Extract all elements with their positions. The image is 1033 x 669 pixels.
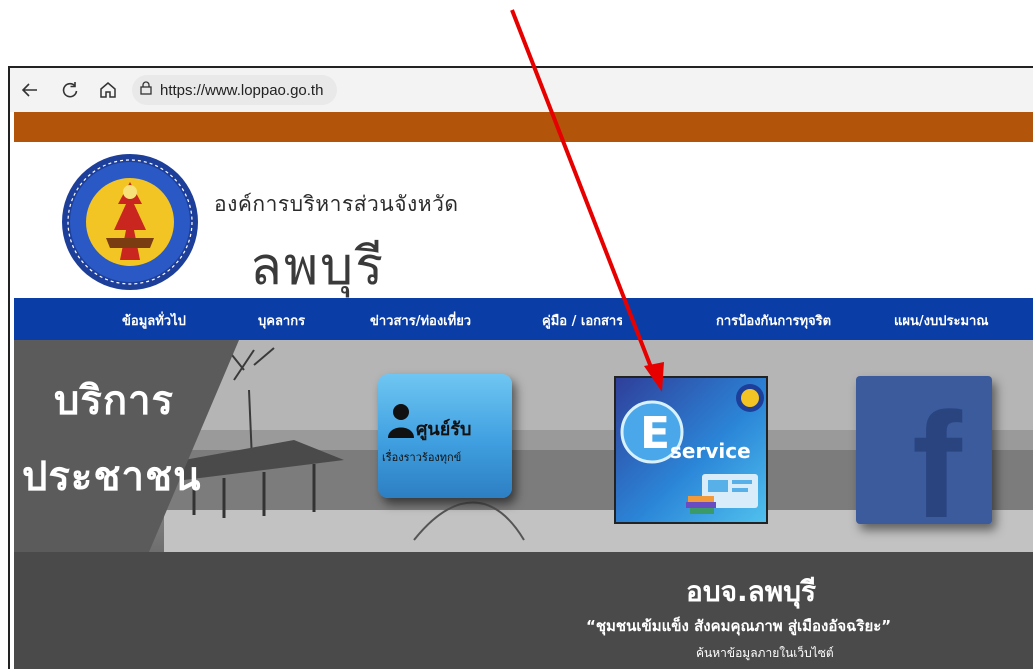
nav-item-plan-budget[interactable]: แผน/งบประมาณ [894,310,988,331]
nav-item-anti-corruption[interactable]: การป้องกันการทุจริต [716,310,831,331]
services-title-line2: ประชาชน [22,454,202,500]
browser-window: https://www.loppao.go.th องค์การบริหารส่… [8,66,1033,669]
eservice-letter: E [640,408,670,459]
public-services-banner: บริการ ประชาชน ศูนย์รับ เรื่องราวร้องทุก… [14,340,1033,552]
org-name-line1: องค์การบริหารส่วนจังหวัด [214,192,459,216]
provincial-seal-logo[interactable] [50,152,210,292]
complaint-center-tile[interactable]: ศูนย์รับ เรื่องราวร้องทุกข์ [378,374,512,498]
complaint-tile-subtitle: เรื่องราวร้องทุกข์ [382,451,462,464]
site-search-hint: ค้นหาข้อมูลภายในเว็บไซต์ [696,646,834,660]
facebook-icon: f [912,381,962,524]
nav-item-news-travel[interactable]: ข่าวสาร/ท่องเที่ยว [370,310,471,331]
back-arrow-icon[interactable] [16,76,44,104]
person-icon [388,404,414,438]
main-nav: ข้อมูลทั่วไป บุคลากร ข่าวสาร/ท่องเที่ยว … [14,298,1033,340]
facebook-tile[interactable]: f [856,376,992,524]
screenshot-stage: https://www.loppao.go.th องค์การบริหารส่… [0,0,1033,669]
site-intro-strip: อบจ.ลพบุรี “ชุมชนเข้มแข็ง สังคมคุณภาพ สู… [14,552,1033,669]
site-header: องค์การบริหารส่วนจังหวัด ลพบุรี [10,142,1033,298]
nav-item-general-info[interactable]: ข้อมูลทั่วไป [122,310,186,331]
site-info-icon[interactable] [138,80,154,100]
browser-toolbar: https://www.loppao.go.th [10,68,1033,112]
nav-item-manuals-docs[interactable]: คู่มือ / เอกสาร [542,310,622,331]
site-name-heading: อบจ.ลพบุรี [686,575,817,608]
home-icon[interactable] [94,76,122,104]
eservice-label: service [670,439,751,463]
site-slogan: “ชุมชนเข้มแข็ง สังคมคุณภาพ สู่เมืองอัจฉร… [586,617,892,635]
reload-icon[interactable] [56,76,84,104]
org-name-province: ลพบุรี [250,237,386,297]
eservice-graphic: E service [616,378,766,522]
top-accent-bar [14,112,1033,142]
complaint-tile-title: ศูนย์รับ [416,419,472,440]
address-bar[interactable]: https://www.loppao.go.th [132,75,338,105]
nav-item-personnel[interactable]: บุคลากร [258,310,305,331]
eservice-tile[interactable]: E service [614,376,768,524]
services-title-line1: บริการ [54,378,175,424]
url-text[interactable]: https://www.loppao.go.th [160,82,323,99]
